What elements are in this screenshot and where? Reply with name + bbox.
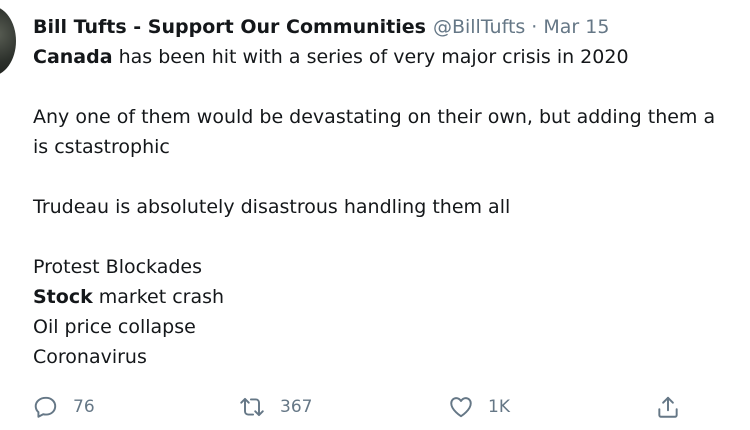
retweet-button[interactable]: 367 (238, 390, 312, 424)
avatar[interactable] (0, 6, 16, 76)
tweet-text: Any one of them would be devastating on … (33, 106, 716, 128)
tweet-text: is cstastrophic (33, 136, 170, 158)
heart-icon (448, 394, 474, 420)
tweet-line: Oil price collapse (33, 312, 750, 342)
header-separator: · (531, 16, 538, 38)
retweet-icon (238, 394, 266, 420)
share-button[interactable] (655, 390, 681, 424)
hashtag-link[interactable]: Canada (33, 46, 113, 68)
tweet-line: is cstastrophic (33, 132, 750, 162)
tweet-actions: 76 367 1K (33, 390, 750, 424)
tweet-line: Protest Blockades (33, 252, 750, 282)
reply-count: 76 (73, 397, 95, 417)
hashtag-link[interactable]: Stock (33, 286, 93, 308)
retweet-count: 367 (280, 397, 313, 417)
tweet-text: Protest Blockades (33, 256, 203, 278)
tweet-body: Canada has been hit with a series of ver… (33, 42, 750, 372)
reply-button[interactable]: 76 (33, 390, 95, 424)
tweet-text: market crash (92, 286, 225, 308)
author-handle[interactable]: @BillTufts (433, 12, 525, 42)
tweet-text: Trudeau is absolutely disastrous handlin… (33, 196, 511, 218)
tweet[interactable]: Bill Tufts - Support Our Communities @Bi… (33, 12, 750, 372)
tweet-line: Stock market crash (33, 282, 750, 312)
share-icon (655, 394, 681, 420)
tweet-line: Canada has been hit with a series of ver… (33, 42, 750, 72)
tweet-date[interactable]: Mar 15 (543, 12, 609, 42)
like-button[interactable]: 1K (448, 390, 510, 424)
tweet-text: Oil price collapse (33, 316, 196, 338)
tweet-line: Any one of them would be devastating on … (33, 102, 750, 132)
like-count: 1K (488, 397, 510, 417)
reply-icon (33, 394, 59, 420)
tweet-text: Coronavirus (33, 346, 147, 368)
tweet-line: Trudeau is absolutely disastrous handlin… (33, 192, 750, 222)
tweet-header: Bill Tufts - Support Our Communities @Bi… (33, 12, 750, 42)
tweet-text: has been hit with a series of very major… (112, 46, 629, 68)
tweet-line: Coronavirus (33, 342, 750, 372)
author-name[interactable]: Bill Tufts - Support Our Communities (33, 12, 426, 42)
